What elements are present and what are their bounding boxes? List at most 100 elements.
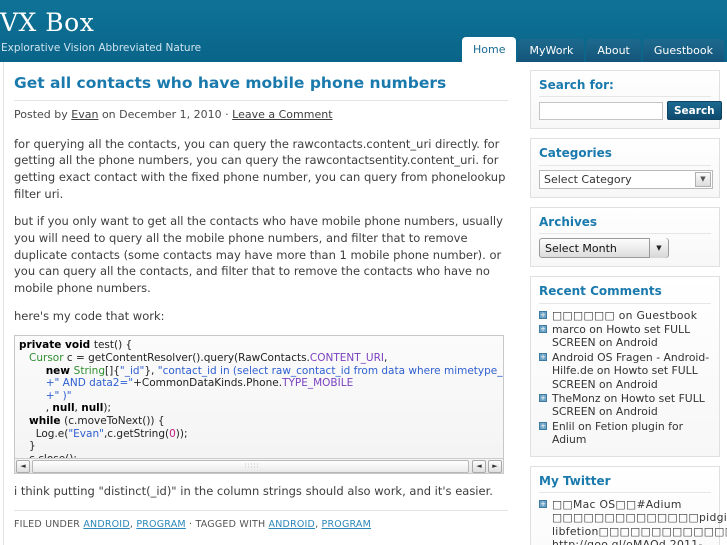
search-input[interactable]: [539, 101, 663, 120]
code-token: test() {: [93, 339, 133, 352]
code-token: TYPE_MOBILE: [282, 377, 354, 390]
list-item[interactable]: + marco on Howto set FULL SCREEN on Andro…: [539, 323, 711, 350]
code-token: },: [144, 364, 158, 377]
code-token: []{: [105, 364, 120, 377]
scrollbar-track[interactable]: [32, 459, 469, 473]
bullet-square-icon: +: [539, 310, 547, 319]
code-token: "Evan": [68, 427, 104, 440]
chevron-down-icon[interactable]: ▼: [695, 171, 711, 187]
post-title[interactable]: Get all contacts who have mobile phone n…: [14, 74, 508, 93]
post-author-link[interactable]: Evan: [71, 108, 98, 121]
primary-nav: Home MyWork About Guestbook: [462, 37, 724, 62]
code-token: +CommonDataKinds.Phone.: [133, 377, 283, 390]
code-token: ));: [175, 427, 188, 440]
list-item-label: TheMonz on Howto set FULL SCREEN on Andr…: [552, 392, 705, 419]
nav-item-mywork[interactable]: MyWork: [518, 39, 585, 62]
separator: ,: [129, 519, 134, 531]
list-item[interactable]: + □□Mac OS□□#Adium □□□□□□□□□□□□□□pidgin l…: [539, 498, 727, 545]
code-token: 0: [169, 427, 176, 440]
list-item[interactable]: + Enlil on Fetion plugin for Adium: [539, 420, 711, 447]
code-block: private void test() { Cursor c = getCont…: [14, 335, 504, 475]
nav-item-about[interactable]: About: [586, 39, 641, 62]
search-row: Search: [539, 101, 722, 121]
post-paragraph: here's my code that work:: [14, 308, 165, 323]
widget-title: Search for:: [539, 78, 711, 98]
code-token: null: [52, 402, 75, 415]
code-token: "_id": [119, 364, 145, 377]
tag-link[interactable]: ANDROID: [269, 519, 316, 530]
code-token: );: [103, 402, 112, 415]
post-comments-link[interactable]: Leave a Comment: [232, 108, 332, 121]
list-item-label: □□□□□□ on Guestbook: [552, 308, 698, 322]
scrollbar-right-arrows: ◄ ►: [471, 459, 503, 473]
archives-select-value: Select Month: [545, 241, 617, 255]
site-tagline: Explorative Vision Abbreviated Nature: [1, 42, 202, 54]
search-button[interactable]: Search: [667, 101, 722, 121]
post-meta-prefix: Posted by: [14, 108, 72, 122]
nav-item-guestbook[interactable]: Guestbook: [642, 39, 724, 62]
nav-item-label: About: [597, 44, 630, 57]
categories-select[interactable]: Select Category ▼: [539, 169, 713, 189]
twitter-list: + □□Mac OS□□#Adium □□□□□□□□□□□□□□pidgin l…: [539, 498, 727, 545]
code-token: null: [81, 402, 104, 415]
sidebar: Search for: Search Categories Select Cat…: [530, 62, 727, 545]
list-item[interactable]: + Android OS Fragen - Android-Hilfe.de on…: [539, 351, 711, 391]
widget-my-twitter: My Twitter + □□Mac OS□□#Adium □□□□□□□□□□□…: [530, 465, 727, 545]
code-token: Cursor: [29, 351, 64, 364]
bullet-square-icon: +: [539, 421, 547, 430]
widget-title: My Twitter: [539, 474, 711, 494]
post-title-text: Get all contacts who have mobile phone n…: [14, 74, 447, 92]
archives-select[interactable]: Select Month ▼: [539, 238, 669, 259]
site-title: VX Box: [0, 8, 95, 37]
scrollbar-grip-icon: [243, 462, 258, 470]
separator: ·: [189, 519, 193, 531]
code-token: ,: [384, 351, 388, 364]
widget-categories: Categories Select Category ▼: [530, 138, 720, 198]
post-paragraph: for querying all the contacts, you can q…: [14, 136, 506, 201]
code-text: private void test() { Cursor c = getCont…: [15, 336, 503, 473]
page-root: VX Box Explorative Vision Abbreviated Na…: [0, 0, 727, 545]
code-token: Log.e(: [19, 427, 69, 440]
code-token: ,c.getString(: [103, 427, 170, 440]
list-item-label: Enlil on Fetion plugin for Adium: [552, 419, 684, 447]
post-note: i think putting "distinct(_id)" in the c…: [14, 484, 493, 499]
tag-link[interactable]: PROGRAM: [322, 519, 371, 530]
list-item[interactable]: + □□□□□□ on Guestbook: [539, 309, 711, 322]
categories-select-value: Select Category: [544, 172, 632, 186]
list-item-label: Android OS Fragen - Android-Hilfe.de on …: [552, 350, 710, 391]
chevron-down-icon[interactable]: ▼: [649, 238, 668, 259]
code-token: private void: [19, 339, 94, 352]
category-link[interactable]: ANDROID: [83, 519, 130, 530]
bullet-square-icon: +: [539, 500, 547, 509]
code-token: String: [73, 364, 105, 377]
tagged-with-label: TAGGED WITH: [195, 519, 266, 531]
code-token: new: [45, 364, 74, 377]
post-article: Get all contacts who have mobile phone n…: [14, 74, 508, 530]
scroll-right-arrow-b-icon[interactable]: ►: [488, 459, 502, 473]
page-body: Get all contacts who have mobile phone n…: [0, 62, 727, 545]
scroll-right-arrow-a-icon[interactable]: ◄: [472, 459, 486, 473]
nav-item-label: Home: [473, 43, 506, 56]
code-token: }: [19, 440, 36, 453]
widget-title: Categories: [539, 146, 711, 166]
nav-item-home[interactable]: Home: [462, 37, 517, 62]
code-token: ,: [19, 402, 53, 415]
post-paragraph: but if you only want to get all the cont…: [14, 214, 503, 296]
list-item[interactable]: + TheMonz on Howto set FULL SCREEN on And…: [539, 392, 711, 419]
category-link[interactable]: PROGRAM: [136, 519, 185, 530]
post-meta-middle: on December 1, 2010 ·: [98, 108, 233, 122]
code-token: +" AND data2=": [45, 377, 134, 390]
bullet-square-icon: +: [539, 394, 547, 402]
code-horizontal-scrollbar[interactable]: ◄ ◄ ►: [15, 458, 503, 474]
filed-under-label: FILED UNDER: [14, 519, 81, 531]
widget-archives: Archives Select Month ▼: [530, 206, 720, 268]
code-token: (c.moveToNext()) {: [64, 414, 165, 427]
main-content: Get all contacts who have mobile phone n…: [0, 62, 522, 545]
recent-comments-list: + □□□□□□ on Guestbook + marco on Howto set…: [539, 309, 711, 447]
scroll-left-arrow-icon[interactable]: ◄: [16, 459, 30, 473]
post-meta: Posted by Evan on December 1, 2010 · Lea…: [14, 108, 508, 122]
